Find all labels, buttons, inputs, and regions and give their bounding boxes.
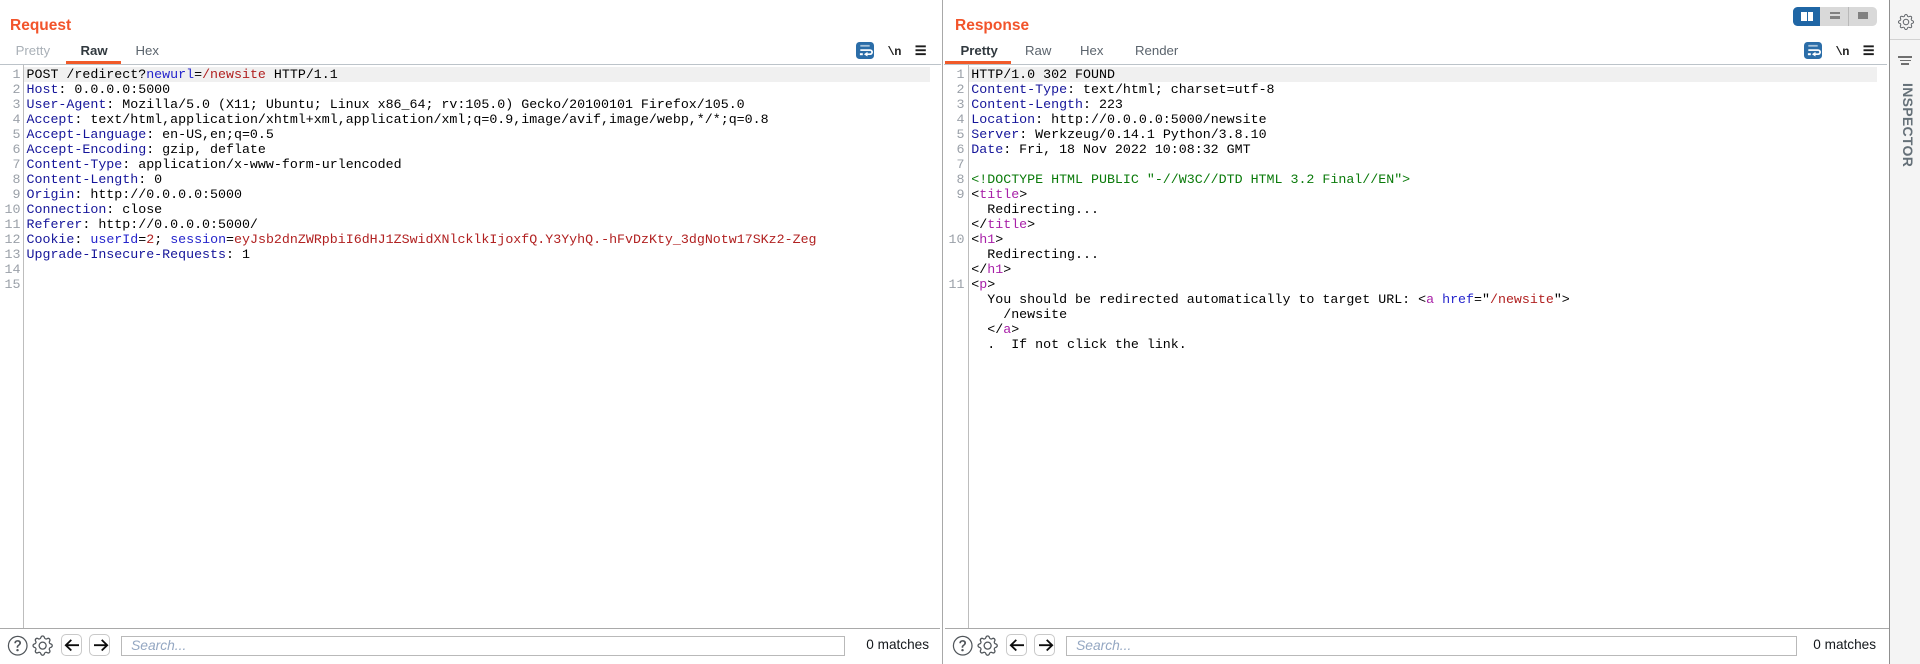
svg-text:\n: \n [888, 45, 902, 59]
svg-text:\n: \n [1835, 45, 1849, 59]
